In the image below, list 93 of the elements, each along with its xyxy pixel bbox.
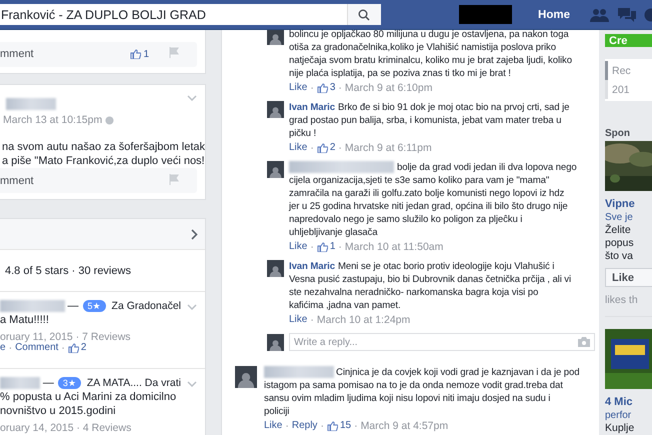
- review-action-link[interactable]: e: [0, 342, 6, 353]
- search-button[interactable]: [346, 4, 381, 25]
- thumbs-up-icon: [316, 82, 328, 92]
- like-count[interactable]: 1: [130, 48, 149, 60]
- separator: ·: [285, 420, 289, 432]
- comment-action-link[interactable]: Like: [289, 241, 308, 252]
- friends-icon[interactable]: [590, 8, 610, 22]
- thumbs-up-icon: [130, 49, 142, 60]
- reply-text: bolincu je opljačkao 80 milijuna u dugu je ostavljena, pa nakon toga otiša za gradonačelnika,koliko je Vlahišić namistija poslova priko natječaja svom bratu kriminalcu, koliko mu je brat zajeba ljudi, koliko nije plaća isplatija, pa se poziva znas ti tko mi je brat !: [289, 30, 572, 80]
- comment-action-link[interactable]: Like: [264, 420, 282, 431]
- review-title: Za Gradonačel: [112, 300, 181, 312]
- like-button[interactable]: Like: [605, 268, 652, 287]
- separator: ·: [8, 342, 12, 354]
- comment-action-link[interactable]: Like: [289, 82, 308, 93]
- comment-time: March 10 at 1:24pm: [316, 314, 410, 326]
- blurred-name: [0, 300, 65, 312]
- thumbs-up-icon: [68, 342, 79, 352]
- ad-title-link[interactable]: 4 Mic: [605, 396, 633, 408]
- thumbs-up-icon: [326, 420, 338, 430]
- chevron-right-icon[interactable]: [191, 228, 198, 240]
- ad-text: Kuplje: [605, 422, 636, 435]
- separator: ·: [310, 82, 314, 94]
- separator: ·: [338, 142, 342, 154]
- chevron-icon[interactable]: [187, 381, 197, 387]
- rating-summary: 4.8 of 5 stars · 30 reviews: [5, 264, 131, 276]
- author-link[interactable]: Ivan Maric: [289, 261, 335, 272]
- comment-time: March 9 at 6:11pm: [344, 142, 432, 154]
- review-action-link[interactable]: Comment: [15, 342, 58, 353]
- search-icon: [358, 8, 370, 20]
- dash: —: [42, 377, 54, 389]
- comment-text: Cinjnica je da covjek koji vodi grad je kaznjavan i da je pod istagom pa sama pomisao na to je da onda nemoze vodit grad.treba dat sansu ovim mladim ljudima koji nisu lopovi niti imaju dosjed na sudu i policiji: [264, 366, 580, 418]
- post-time: March 13 at 10:15pm: [3, 114, 102, 126]
- sponsored-heading: Spon: [605, 128, 630, 139]
- comment-action-link[interactable]: Reply: [292, 420, 318, 431]
- review-meta: oruary 11, 2015 · 7 Reviews: [0, 331, 131, 343]
- messages-icon[interactable]: [618, 8, 636, 22]
- author-link[interactable]: Ivan Maric: [289, 102, 335, 113]
- flag-icon[interactable]: [169, 47, 179, 58]
- rating-badge: 5★: [82, 300, 106, 312]
- avatar: [267, 260, 284, 277]
- avatar: [267, 101, 284, 118]
- separator: ·: [338, 82, 342, 94]
- separator: ·: [310, 314, 314, 326]
- redaction-block: [458, 5, 512, 24]
- truncated-comment-link[interactable]: mment: [0, 174, 34, 186]
- review-text: a Matu!!!!!: [0, 313, 50, 327]
- avatar: [235, 366, 257, 388]
- reply-field[interactable]: Write a reply...: [289, 333, 595, 351]
- reply-text: Ivan Maric Meni se je otac borio protiv ideologije koju Vlahušić i Vesna pusić zastupaju, bio bi Dubrovnik danas četnička prčija , ali vi ste nezahvalna neradničko- narkomanska bagra koja visi po kafićima ,jadna van pamet.: [289, 260, 572, 312]
- ad-title-link[interactable]: Vipne: [605, 198, 635, 210]
- avatar: [267, 161, 284, 178]
- separator: ·: [310, 240, 314, 252]
- like-count[interactable]: 2: [316, 142, 336, 153]
- blurred-name: [6, 98, 56, 110]
- comment-time: March 10 at 11:50am: [344, 240, 444, 252]
- reply-text: Ivan Maric Brko đe si bio 91 dok je moj otac bio na prvoj crti, sad je grad postao pun balija, srba, i komunista, jebat vam mater treba u pičku !: [289, 101, 570, 140]
- separator: ·: [354, 420, 358, 432]
- flag-icon[interactable]: [169, 174, 179, 184]
- like-count[interactable]: 15: [326, 420, 352, 431]
- comment-time: March 9 at 6:10pm: [344, 82, 432, 94]
- likes-note: likes th: [605, 294, 638, 306]
- comment-time: March 9 at 4:57pm: [360, 420, 448, 432]
- separator: ·: [320, 420, 324, 432]
- chevron-icon[interactable]: [187, 304, 197, 310]
- avatar: [267, 334, 284, 350]
- blurred-name: [0, 377, 40, 389]
- separator: ·: [338, 240, 342, 252]
- ad-text: Želite popus što va: [605, 224, 635, 263]
- review-text: % popusta u Aci Marini za domicilno novništvo u 2015.godini: [0, 390, 178, 418]
- thumbs-up-icon: [316, 242, 328, 252]
- review-meta: oruary 14, 2015 · 4 Reviews: [0, 422, 132, 434]
- blurred-name: [264, 366, 334, 378]
- review-title: ZA MATA.... Da vrati: [86, 377, 181, 389]
- avatar: [267, 30, 284, 45]
- truncated-comment-link[interactable]: mment: [0, 48, 34, 60]
- dash: —: [68, 300, 79, 312]
- thumbs-up-icon: [316, 142, 328, 152]
- comment-action-link[interactable]: Like: [289, 314, 308, 325]
- ad-subtitle-link[interactable]: Sve je: [605, 212, 633, 223]
- reply-text: bolje da grad vodi jedan ili dva lopova nego cijela organizacija,sjeti te s3e samo koliko para vam je "mama" zamračila na garaži ili golfu.zato bolje komunisti nego lopovi iz hdz jer u 25 godina hrvatske niti jedan grad, općina ili bilo što drugo nije napredovalo nego je samo služilo ko poligon za pljeĉku i uhljebljivanje glasača: [289, 161, 577, 239]
- ad-subtitle-link[interactable]: perfor: [605, 410, 632, 421]
- comment-action-link[interactable]: Like: [289, 142, 308, 153]
- separator: ·: [61, 342, 65, 354]
- camera-icon[interactable]: [578, 337, 590, 347]
- like-count[interactable]: 2: [68, 342, 86, 353]
- rating-badge: 3★: [58, 377, 81, 389]
- separator: ·: [310, 142, 314, 154]
- search-field[interactable]: Franković - ZA DUPLO BOLJI GRAD: [0, 4, 381, 25]
- like-count[interactable]: 1: [316, 241, 336, 252]
- chevron-icon[interactable]: [187, 95, 197, 101]
- like-count[interactable]: 3: [316, 82, 336, 93]
- post-text: na svom autu našao za šoferšajbom letak a piše "Mato Franković,za duplo veći nos!: [1, 140, 205, 168]
- home-link[interactable]: Home: [538, 8, 570, 20]
